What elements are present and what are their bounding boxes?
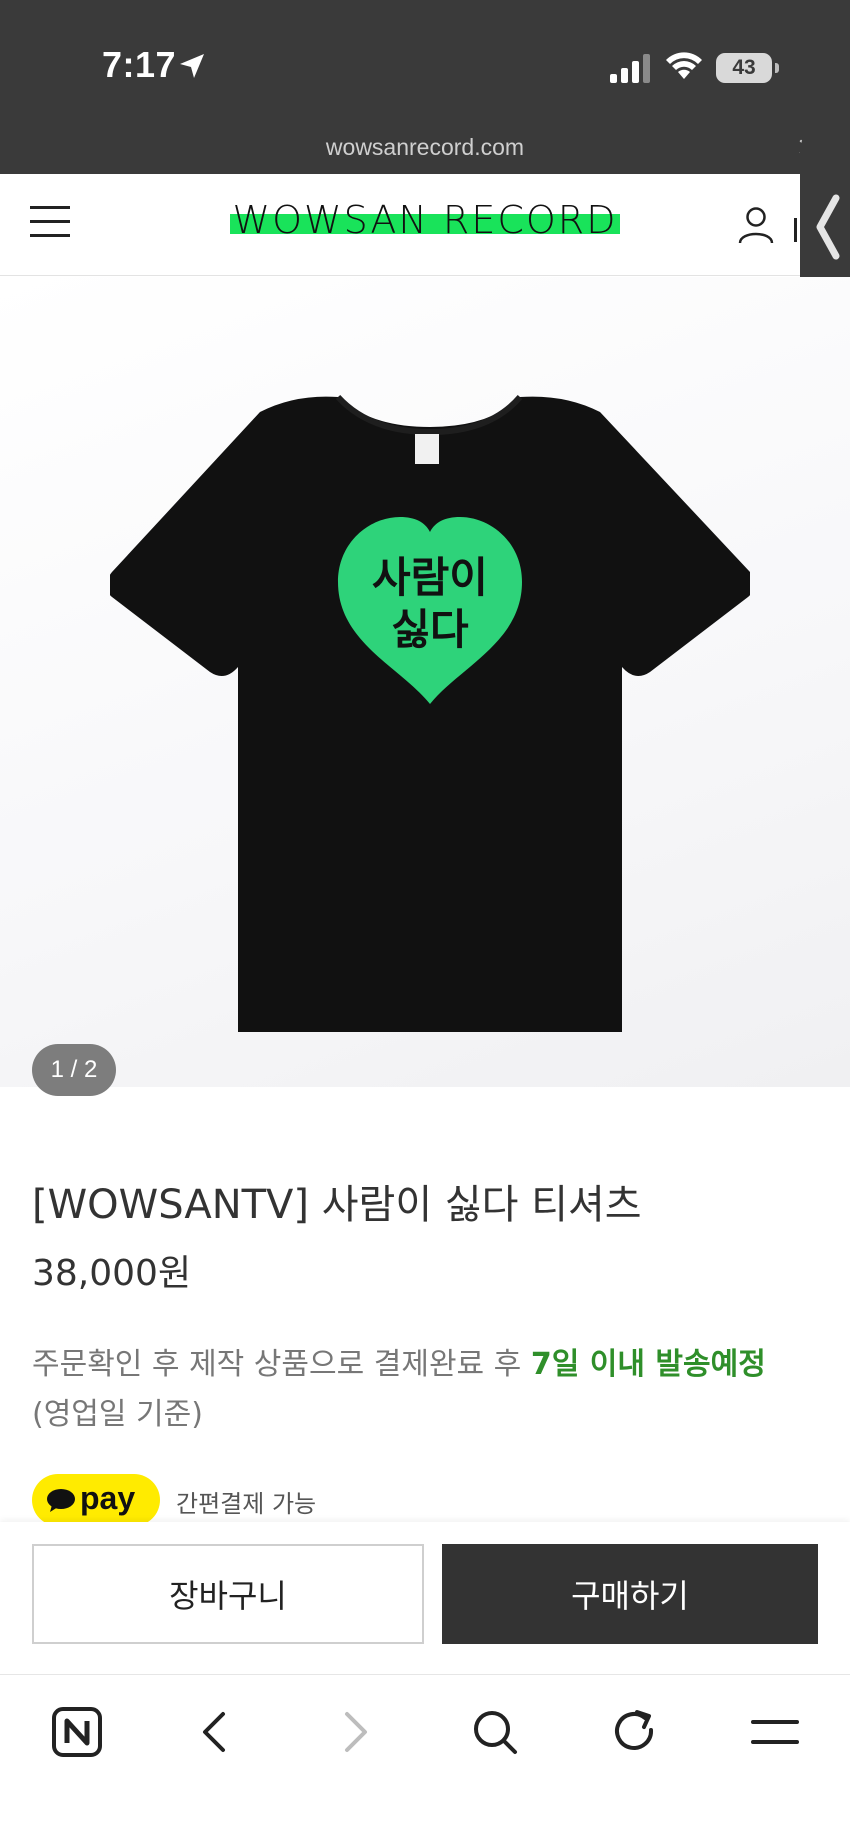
site-logo[interactable]: WOWSAN RECORD — [222, 196, 628, 242]
buy-now-button[interactable]: 구매하기 — [442, 1544, 818, 1644]
browser-toolbar — [0, 1674, 850, 1848]
url-text[interactable]: wowsanrecord.com — [0, 134, 850, 161]
wifi-icon — [666, 52, 702, 79]
status-time: 7:17 — [102, 44, 177, 85]
forward-icon[interactable] — [320, 1697, 390, 1767]
hamburger-menu-icon[interactable] — [30, 204, 70, 238]
product-title: [WOWSANTV] 사람이 싫다 티셔츠 — [32, 1182, 642, 1228]
menu-icon[interactable] — [740, 1697, 810, 1767]
location-arrow-icon — [180, 54, 204, 78]
address-bar[interactable]: wowsanrecord.com × — [0, 130, 850, 174]
cellular-signal-icon — [610, 54, 650, 83]
add-to-cart-button[interactable]: 장바구니 — [32, 1544, 424, 1644]
site-header: WOWSAN RECORD — [0, 174, 850, 276]
search-icon[interactable] — [460, 1697, 530, 1767]
kakaopay-badge: pay — [32, 1474, 160, 1526]
purchase-action-bar: 장바구니 구매하기 — [0, 1522, 850, 1674]
slide-counter: 1 / 2 — [32, 1044, 116, 1096]
shirt-print-line1: 사람이 — [372, 553, 488, 602]
tshirt-product-image: 사람이 싫다 — [110, 394, 750, 1032]
back-icon[interactable] — [180, 1697, 250, 1767]
speech-bubble-icon — [47, 1489, 75, 1512]
kakaopay-caption: 간편결제 가능 — [176, 1490, 317, 1518]
shipping-note: 주문확인 후 제작 상품으로 결제완료 후 7일 이내 발송예정 (영업일 기준… — [32, 1340, 832, 1440]
logo-text: WOWSAN RECORD — [232, 198, 618, 242]
chevron-left-icon — [816, 194, 840, 260]
user-icon[interactable] — [738, 206, 774, 244]
kakaopay-label: pay — [80, 1480, 136, 1516]
naver-home-icon[interactable] — [42, 1697, 112, 1767]
battery-indicator: 43 — [716, 53, 779, 83]
reload-icon[interactable] — [600, 1697, 670, 1767]
shipping-note-highlight: 7일 이내 발송예정 — [530, 1347, 766, 1382]
product-price: 38,000원 — [32, 1253, 192, 1294]
product-image-carousel[interactable]: 사람이 싫다 1 / 2 — [0, 277, 850, 1096]
shipping-note-prefix: 주문확인 후 제작 상품으로 결제완료 후 — [32, 1347, 531, 1382]
status-bar: 7:17 43 — [0, 0, 850, 130]
shipping-note-suffix: (영업일 기준) — [32, 1397, 203, 1432]
shirt-print-line2: 싫다 — [391, 605, 469, 654]
